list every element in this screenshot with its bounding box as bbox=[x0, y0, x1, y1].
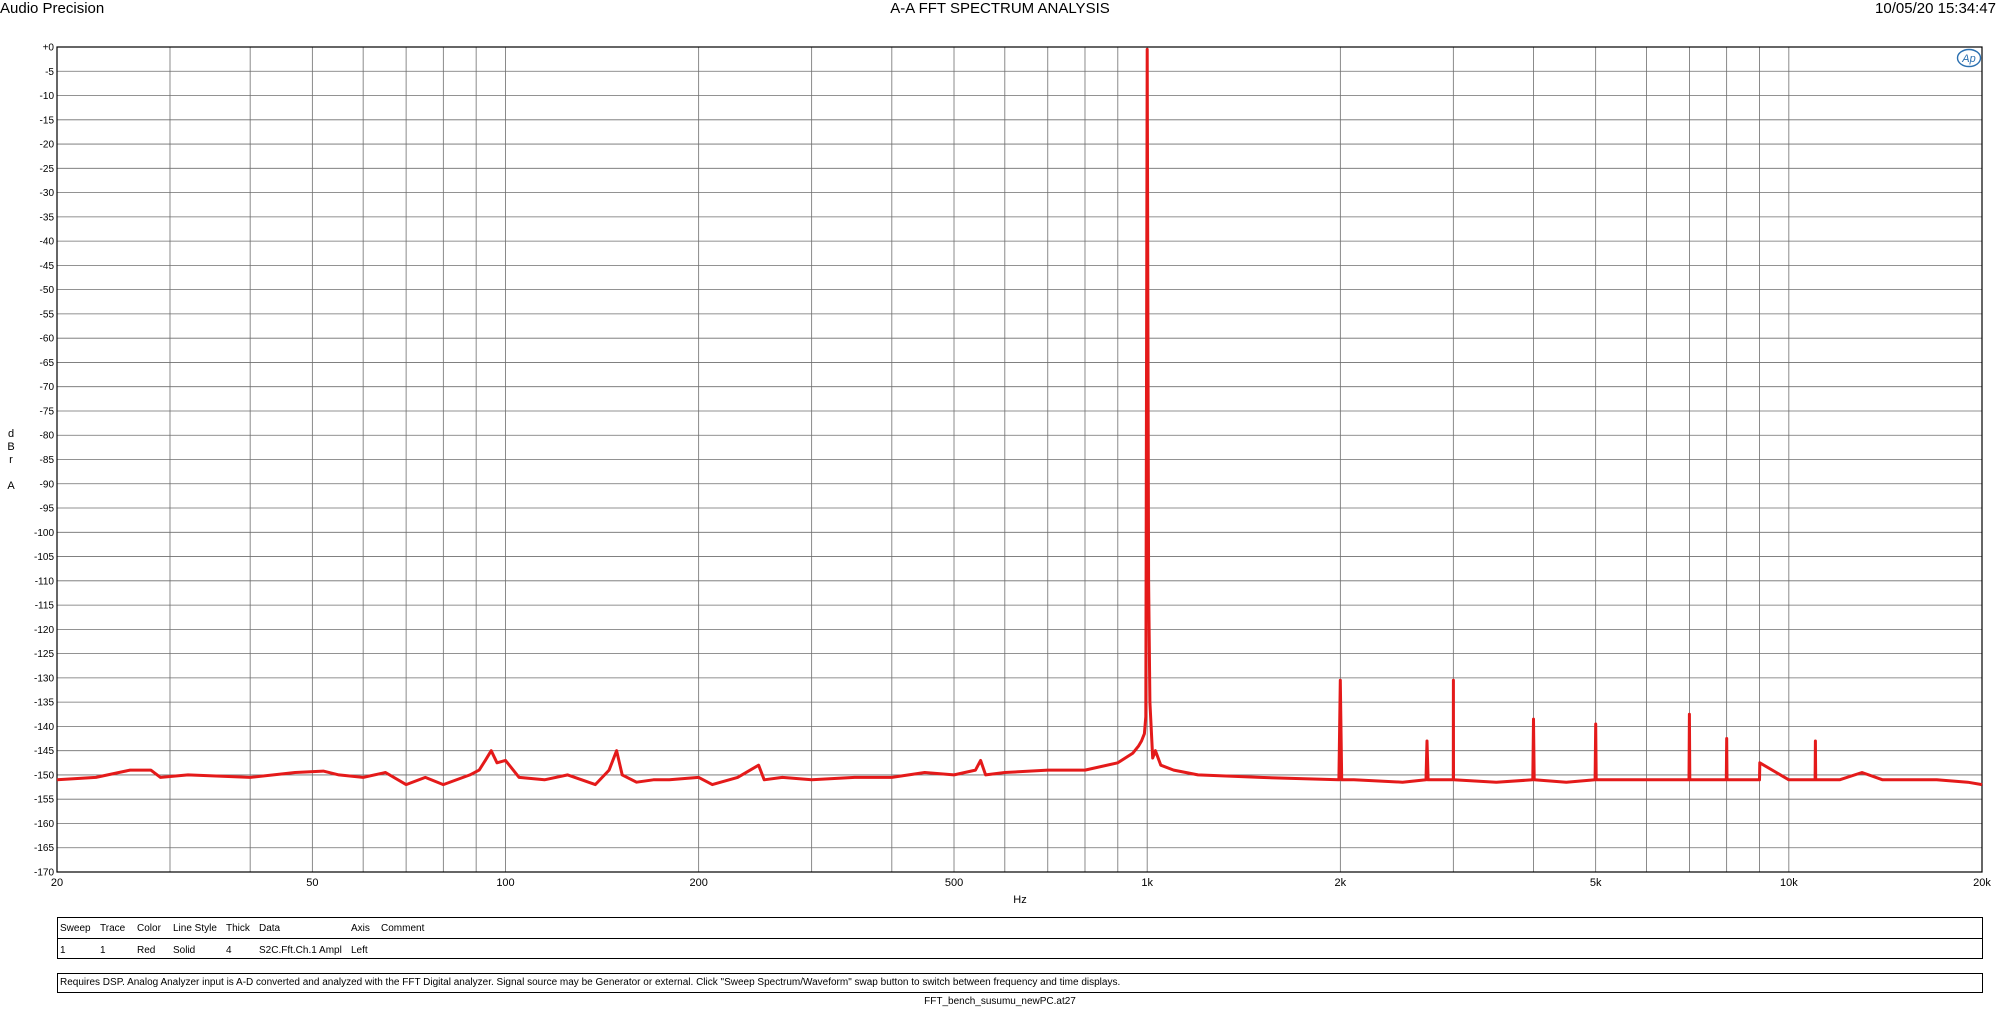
chart-grid bbox=[56, 46, 1983, 873]
y-tick-label: -150 bbox=[34, 770, 54, 781]
y-tick-label: -15 bbox=[40, 115, 55, 126]
y-tick-label: -40 bbox=[40, 237, 55, 248]
legend-header-thick: Thick bbox=[226, 923, 250, 934]
y-tick-label: -65 bbox=[40, 358, 55, 369]
y-tick-label: -35 bbox=[40, 212, 55, 223]
spectrum-chart: +0 -5 -10 -15 -20 -25 -30 -35 -40 -45 -50 -55 -60 -65… bbox=[34, 43, 1991, 907]
y-tick-label: -155 bbox=[34, 795, 54, 806]
y-tick-label: -75 bbox=[40, 406, 55, 417]
y-axis-label-char: d bbox=[7, 428, 15, 440]
x-tick-label: 500 bbox=[945, 877, 963, 889]
x-tick-label: 100 bbox=[496, 877, 514, 889]
x-tick-label: 5k bbox=[1590, 877, 1602, 889]
y-axis-ticks: +0 -5 -10 -15 -20 -25 -30 -35 -40 -45 -50 -55 -60 -65… bbox=[34, 43, 54, 879]
y-tick-label: +0 bbox=[43, 43, 55, 54]
y-tick-label: -80 bbox=[40, 431, 55, 442]
y-axis-label-char: r bbox=[9, 454, 13, 466]
y-tick-label: -70 bbox=[40, 382, 55, 393]
y-tick-label: -5 bbox=[45, 67, 54, 78]
y-tick-label: -125 bbox=[34, 649, 54, 660]
legend-cell-data: S2C.Fft.Ch.1 Ampl bbox=[259, 945, 342, 956]
y-tick-label: -100 bbox=[34, 528, 54, 539]
y-tick-label: -25 bbox=[40, 164, 55, 175]
legend-cell-trace: 1 bbox=[100, 945, 106, 956]
y-tick-label: -145 bbox=[34, 746, 54, 757]
y-axis-label-char: A bbox=[7, 480, 15, 492]
x-tick-label: 200 bbox=[689, 877, 707, 889]
legend-table: Sweep Trace Color Line Style Thick Data … bbox=[57, 917, 1983, 959]
y-tick-label: -130 bbox=[34, 673, 54, 684]
series-line bbox=[56, 47, 1983, 787]
legend-header-sweep: Sweep bbox=[60, 923, 91, 934]
legend-header-data: Data bbox=[259, 923, 281, 934]
x-tick-label: 2k bbox=[1335, 877, 1347, 889]
logo-text: Ap bbox=[1961, 53, 1975, 65]
legend-header-axis: Axis bbox=[351, 923, 370, 934]
x-tick-label: 20 bbox=[51, 877, 63, 889]
legend-cell-thick: 4 bbox=[226, 945, 232, 956]
y-tick-label: -55 bbox=[40, 309, 55, 320]
legend-header-color: Color bbox=[137, 923, 161, 934]
file-name: FFT_bench_susumu_newPC.at27 bbox=[924, 996, 1076, 1007]
x-tick-label: 50 bbox=[306, 877, 318, 889]
y-axis-label-char: B bbox=[7, 441, 15, 453]
legend-header-trace: Trace bbox=[100, 923, 126, 934]
y-tick-label: -140 bbox=[34, 722, 54, 733]
legend-cell-line-style: Solid bbox=[173, 945, 196, 956]
y-tick-label: -10 bbox=[40, 91, 55, 102]
y-tick-label: -95 bbox=[40, 504, 55, 515]
legend-header-line-style: Line Style bbox=[173, 923, 217, 934]
y-tick-label: -50 bbox=[40, 285, 55, 296]
legend-cell-sweep: 1 bbox=[60, 945, 66, 956]
y-tick-label: -105 bbox=[34, 552, 54, 563]
plot-series bbox=[56, 47, 1983, 787]
x-tick-label: 10k bbox=[1780, 877, 1798, 889]
x-tick-label: 20k bbox=[1973, 877, 1991, 889]
y-tick-label: -30 bbox=[40, 188, 55, 199]
x-axis-label: Hz bbox=[1013, 894, 1026, 906]
x-axis-ticks: 20 50 100 200 500 1k 2k 5k 10k 20k bbox=[51, 877, 1991, 889]
audio-precision-logo: Ap bbox=[1956, 48, 1982, 68]
y-tick-label: -135 bbox=[34, 698, 54, 709]
y-tick-label: -20 bbox=[40, 140, 55, 151]
y-tick-label: -115 bbox=[35, 601, 55, 612]
legend-cell-axis: Left bbox=[351, 945, 368, 956]
y-tick-label: -110 bbox=[35, 576, 55, 587]
y-tick-label: -165 bbox=[34, 843, 54, 854]
y-tick-label: -160 bbox=[34, 819, 54, 830]
legend-header-comment: Comment bbox=[381, 923, 425, 934]
y-tick-label: -60 bbox=[40, 334, 55, 345]
description-text: Requires DSP. Analog Analyzer input is A… bbox=[60, 977, 1121, 988]
legend-cell-color: Red bbox=[137, 945, 156, 956]
y-tick-label: -90 bbox=[40, 479, 55, 490]
description-note: Requires DSP. Analog Analyzer input is A… bbox=[57, 973, 1983, 993]
y-tick-label: -45 bbox=[40, 261, 55, 272]
y-tick-label: -120 bbox=[34, 625, 54, 636]
x-tick-label: 1k bbox=[1141, 877, 1153, 889]
y-tick-label: -85 bbox=[40, 455, 55, 466]
